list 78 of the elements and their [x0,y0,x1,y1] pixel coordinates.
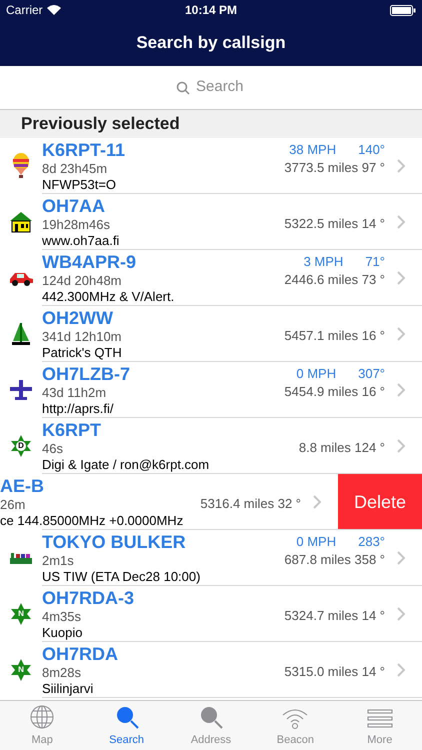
airplane-icon [9,378,33,402]
comment-text: Siilinjarvi [42,681,94,697]
chevron-icon [397,439,405,453]
tab-item[interactable]: Search [84,701,169,750]
callsign: OH7AA [42,195,106,217]
speed-text: 0 MPH [296,365,336,382]
age-text: 46s [42,441,64,457]
distance-text: 3773.5 miles 97 ° [284,159,385,178]
comment-text: Digi & Igate / ron@k6rpt.com [42,457,210,473]
chevron-icon [397,607,405,621]
age-text: 26m [0,497,26,513]
callsign: OH2WW [42,307,114,329]
comment-text: ce 144.85000MHz +0.0000MHz [0,513,184,529]
comment-text: Kuopio [42,625,84,641]
age-text: 124d 20h48m [42,273,123,289]
chevron-icon [397,383,405,397]
nav-title: Search by callsign [136,32,286,54]
search-field[interactable]: Search [176,76,246,99]
comment-text: NFWP53t=O [42,177,118,193]
speed-text: 38 MPH [289,141,336,158]
chevron-icon [397,327,405,341]
distance-text: 5322.5 miles 14 ° [284,215,385,234]
star-icon: N [9,658,33,682]
status-time: 10:14 PM [184,2,238,19]
speed-text: 0 MPH [296,533,336,550]
callsign: AE-B [0,475,45,497]
course-text: 283° [358,533,385,550]
speed-text: 3 MPH [304,253,344,270]
comment-text: www.oh7aa.fi [42,233,120,249]
chevron-icon [397,551,405,565]
callsign: OH7RDA-3 [42,587,136,609]
chevron-icon [397,215,405,229]
age-text: 341d 12h10m [42,329,123,345]
chevron-icon [313,495,321,509]
distance-text: 8.8 miles 124 ° [298,439,385,458]
delete-button[interactable]: Delete [338,474,422,530]
age-text: 4m35s [42,609,82,625]
callsign: TOKYO BULKER [42,531,187,553]
ship-icon [9,550,33,566]
chevron-icon [397,663,405,677]
comment-text: http://aprs.fi/ [42,401,115,417]
course-text: 307° [358,365,385,382]
balloon-icon [10,153,32,179]
distance-text: 5315.0 miles 14 ° [284,663,385,682]
age-text: 19h28m46s [42,217,111,233]
course-text: 71° [365,253,385,270]
age-text: 8m28s [42,665,82,681]
battery-icon [390,4,416,16]
callsign: OH7LZB-7 [42,363,132,385]
callsign: K6RPT [42,419,102,441]
section-header: Previously selected [21,112,180,134]
distance-text: 5454.9 miles 16 ° [284,383,385,402]
callsign: WB4APR-9 [42,251,138,273]
comment-text: 442.300MHz & V/Alert. [42,289,176,305]
house-icon [8,210,34,234]
search-icon [176,80,190,94]
course-text: 140° [358,141,385,158]
chevron-icon [397,159,405,173]
age-text: 2m1s [42,553,75,569]
comment-text: Patrick's QTH [42,345,123,361]
sailboat-icon [10,321,32,347]
star-icon: D [9,434,33,458]
distance-text: 5316.4 miles 32 ° [200,495,301,514]
callsign: OH7RDA [42,643,120,665]
chevron-icon [397,271,405,285]
distance-text: 687.8 miles 358 ° [284,551,385,570]
callsign: K6RPT-11 [42,139,126,161]
menu-icon [366,708,393,730]
distance-text: 5457.1 miles 16 ° [284,327,385,346]
globe-icon [29,704,56,730]
carrier-text: Carrier [6,2,43,19]
distance-text: 2446.6 miles 73 ° [284,271,385,290]
comment-text: US TIW (ETA Dec28 10:00) [42,569,202,585]
distance-text: 5324.7 miles 14 ° [284,607,385,626]
age-text: 43d 11h2m [42,385,108,401]
star-icon: N [9,602,33,626]
age-text: 8d 23h45m [42,161,108,177]
wifi-icon [46,5,61,15]
